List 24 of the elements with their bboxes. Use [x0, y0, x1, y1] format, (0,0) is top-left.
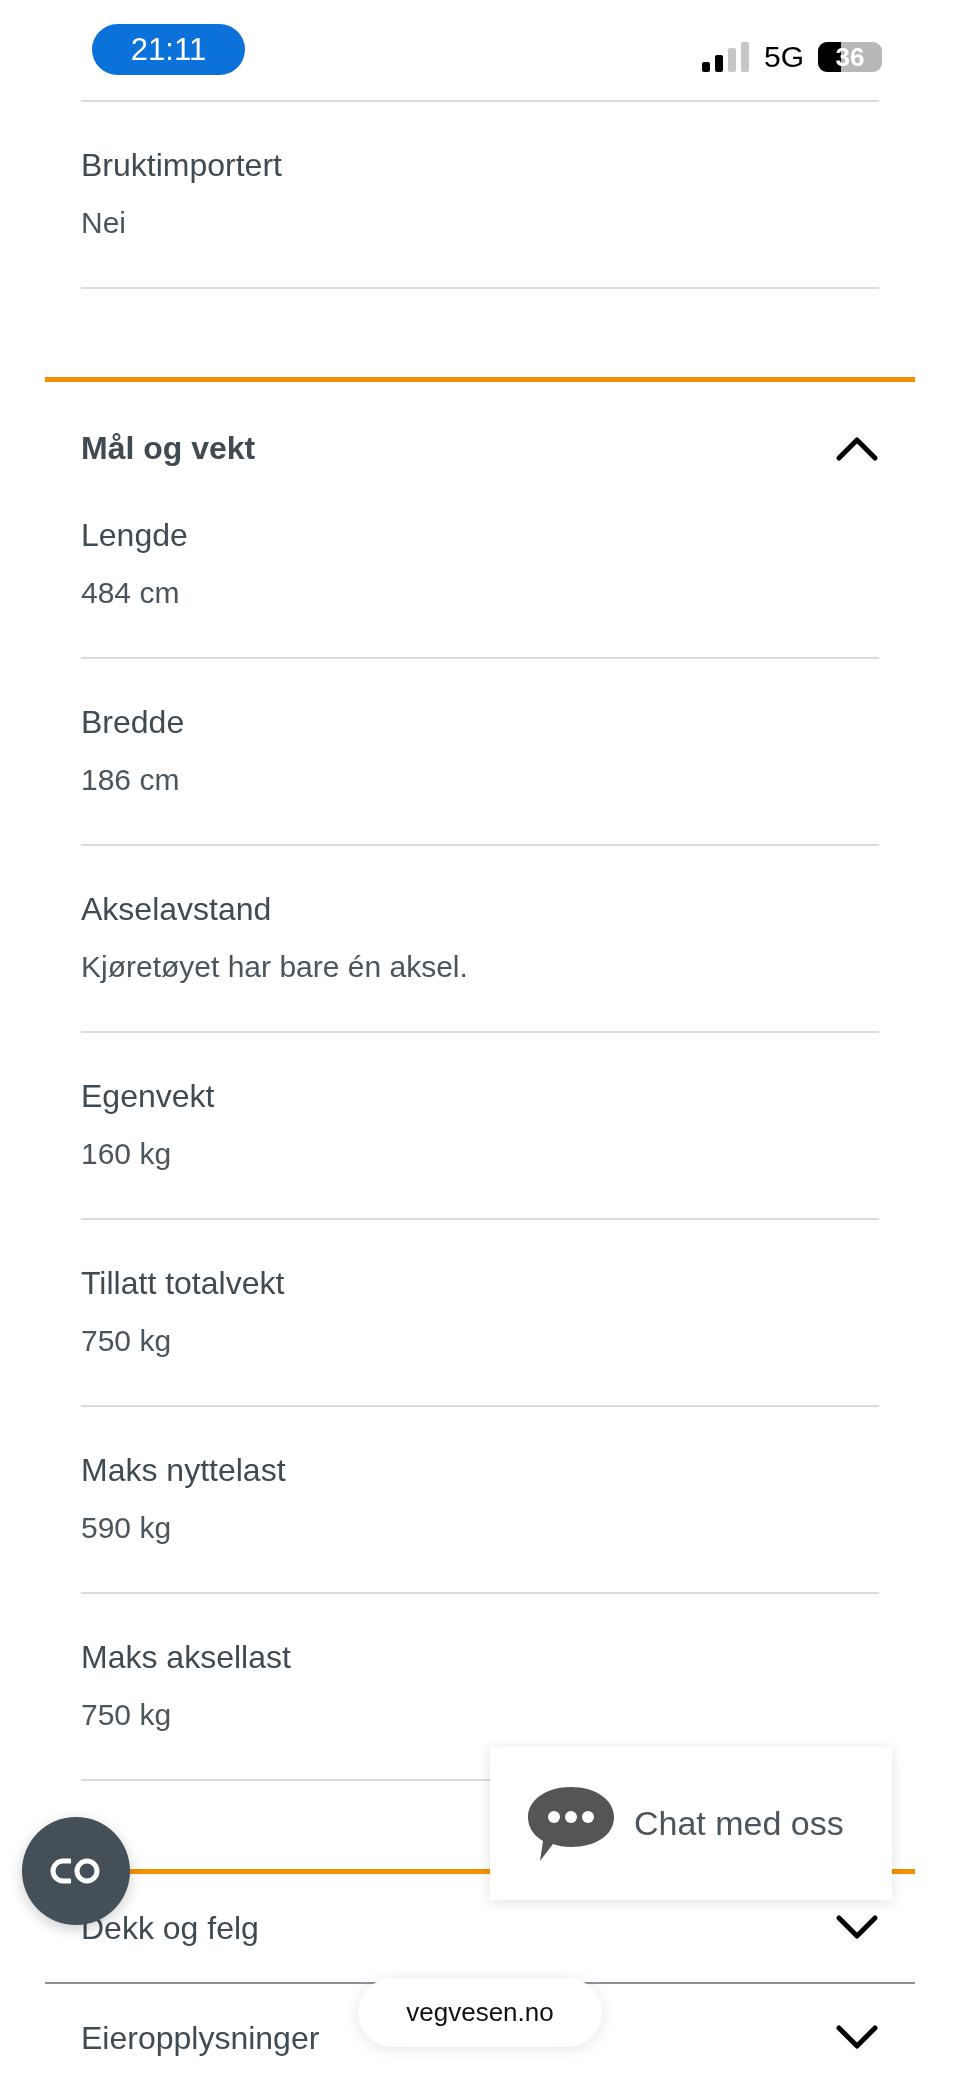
field-label: Tillatt totalvekt	[81, 1264, 286, 1303]
field-value: 186 cm	[81, 762, 181, 798]
signal-icon	[701, 42, 750, 72]
field-value: 750 kg	[81, 1697, 173, 1733]
network-label: 5G	[763, 40, 804, 74]
field-label: Maks nyttelast	[81, 1451, 287, 1490]
field-value: 590 kg	[81, 1510, 173, 1546]
field-value: 484 cm	[81, 575, 181, 611]
field-value: Kjøretøyet har bare én aksel.	[81, 949, 469, 985]
section-title[interactable]: Mål og vekt	[81, 426, 256, 470]
field-label: Maks aksellast	[81, 1638, 292, 1677]
chat-bubble-icon	[526, 1784, 616, 1863]
field-value: Nei	[81, 205, 127, 241]
chat-button[interactable]: Chat med oss	[490, 1747, 892, 1900]
section-title[interactable]: Eieropplysninger	[81, 2020, 320, 2056]
time-pill: 21:11	[92, 24, 245, 75]
url-bar[interactable]: vegvesen.no	[358, 1978, 602, 2047]
field-label: Bruktimportert	[81, 146, 283, 185]
field-label: Egenvekt	[81, 1077, 216, 1116]
field-label: Lengde	[81, 516, 189, 555]
field-label: Akselavstand	[81, 890, 273, 929]
field-value: 750 kg	[81, 1323, 173, 1359]
field-label: Bredde	[81, 703, 186, 742]
field-value: 160 kg	[81, 1136, 173, 1172]
